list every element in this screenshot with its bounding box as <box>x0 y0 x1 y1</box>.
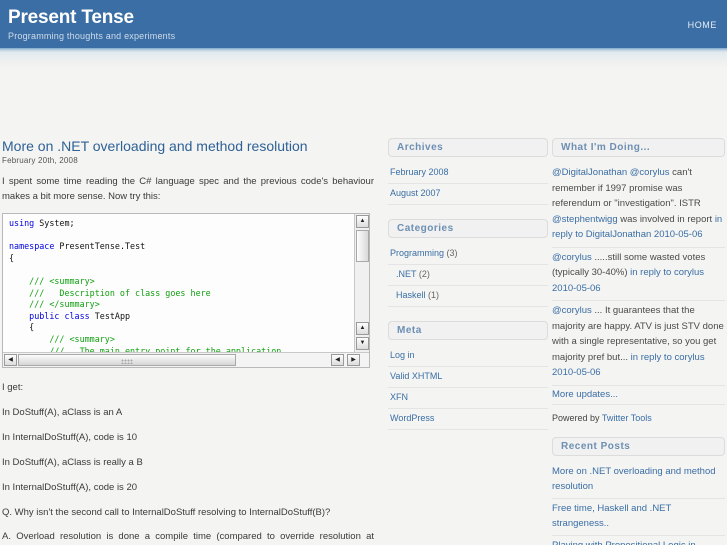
main-navigation: HOME <box>688 20 717 30</box>
category-link-0[interactable]: Programming <box>390 248 444 258</box>
archive-link-0[interactable]: February 2008 <box>390 167 449 177</box>
meta-link-2[interactable]: XFN <box>390 392 408 402</box>
header-gradient-fade <box>0 52 727 68</box>
widget-title-meta: Meta <box>388 321 548 340</box>
scroll-left-arrow-icon-2[interactable]: ◀ <box>331 354 344 366</box>
twitter-link[interactable]: @DigitalJonathan <box>552 167 627 178</box>
code-viewport: using System; namespace PresentTense.Tes… <box>3 214 355 353</box>
scroll-right-arrow-icon[interactable]: ▶ <box>347 354 360 366</box>
twitter-link[interactable]: in reply to corylus 2010-05-06 <box>552 267 704 294</box>
list-item: February 2008 <box>388 163 548 184</box>
twitter-link[interactable]: @corylus <box>552 305 592 316</box>
twitter-update-list: @DigitalJonathan @corylus can't remember… <box>552 163 725 386</box>
widget-categories: Categories Programming (3) .NET (2) Haskel… <box>388 219 548 307</box>
list-item: .NET (2) <box>388 265 548 286</box>
list-item: Log in <box>388 346 548 367</box>
content-area: More on .NET overloading and method reso… <box>0 68 727 545</box>
widget-archives: Archives February 2008 August 2007 <box>388 138 548 205</box>
scroll-up-arrow-icon-2[interactable]: ▲ <box>356 322 369 335</box>
list-item: August 2007 <box>388 184 548 205</box>
twitter-more-updates: More updates... <box>552 386 725 405</box>
category-link-2[interactable]: Haskell <box>396 290 426 300</box>
twitter-more-link[interactable]: More updates... <box>552 389 618 400</box>
scroll-left-arrow-icon[interactable]: ◀ <box>4 354 17 366</box>
main-column: More on .NET overloading and method reso… <box>2 138 380 545</box>
recent-posts-list: More on .NET overloading and method reso… <box>552 462 725 545</box>
post-title: More on .NET overloading and method reso… <box>2 138 380 154</box>
widget-twitter: What I'm Doing... @DigitalJonathan @cory… <box>552 138 725 423</box>
categories-list: Programming (3) .NET (2) Haskell (1) <box>388 244 548 307</box>
category-count: (2) <box>416 269 430 279</box>
twitter-link[interactable]: @corylus <box>552 252 592 263</box>
output-line-list: In DoStuff(A), aClass is an A In Internal… <box>2 405 380 495</box>
vertical-scroll-thumb[interactable] <box>356 230 369 262</box>
recent-post-item: Free time, Haskell and .NET strangeness.… <box>552 499 725 536</box>
sidebar-middle: Archives February 2008 August 2007 Catego… <box>388 138 548 444</box>
widget-title-recent-posts: Recent Posts <box>552 436 725 456</box>
code-content: using System; namespace PresentTense.Tes… <box>9 218 282 353</box>
powered-prefix: Powered by <box>552 412 602 423</box>
list-item: Haskell (1) <box>388 286 548 307</box>
category-count: (3) <box>444 248 458 258</box>
recent-post-item: More on .NET overloading and method reso… <box>552 462 725 499</box>
output-line: In InternalDoStuff(A), code is 20 <box>2 482 138 493</box>
post-intro-paragraph: I spent some time reading the C# languag… <box>2 176 374 202</box>
twitter-tools-link[interactable]: Twitter Tools <box>602 413 652 423</box>
meta-list: Log in Valid XHTML XFN WordPress <box>388 346 548 430</box>
recent-post-link-1[interactable]: Free time, Haskell and .NET strangeness.… <box>552 503 671 530</box>
twitter-update-item: @corylus ... It guarantees that the majo… <box>552 301 725 386</box>
post-question: Q. Why isn't the second call to Internal… <box>2 507 331 518</box>
code-horizontal-scrollbar[interactable]: ◀ ◀ ▶ <box>3 352 369 367</box>
code-vertical-scrollbar[interactable]: ▲ ▲ ▼ <box>354 214 369 353</box>
list-item: Programming (3) <box>388 244 548 265</box>
twitter-update-item: @DigitalJonathan @corylus can't remember… <box>552 163 725 248</box>
nav-item-home[interactable]: HOME <box>688 20 717 30</box>
post-date: February 20th, 2008 <box>2 156 78 165</box>
archive-link-1[interactable]: August 2007 <box>390 188 441 198</box>
recent-post-link-2[interactable]: Playing with Propositional Logic in Hask… <box>552 540 696 545</box>
scroll-down-arrow-icon[interactable]: ▼ <box>356 337 369 350</box>
page-root: Present Tense Programming thoughts and e… <box>0 0 727 545</box>
scroll-up-arrow-icon[interactable]: ▲ <box>356 215 369 228</box>
widget-recent-posts: Recent Posts More on .NET overloading an… <box>552 436 725 545</box>
code-block[interactable]: using System; namespace PresentTense.Tes… <box>2 213 370 368</box>
output-intro: I get: <box>2 382 24 393</box>
category-link-1[interactable]: .NET <box>396 269 416 279</box>
category-count: (1) <box>425 290 440 300</box>
post-answer: A. Overload resolution is done a compile… <box>2 531 374 542</box>
output-line: In DoStuff(A), aClass is really a B <box>2 457 143 468</box>
horizontal-scroll-thumb[interactable] <box>18 354 236 366</box>
scroll-thumb-grip-icon <box>121 359 133 364</box>
meta-link-3[interactable]: WordPress <box>390 413 434 423</box>
widget-title-categories: Categories <box>388 219 548 238</box>
archives-list: February 2008 August 2007 <box>388 163 548 205</box>
site-header: Present Tense Programming thoughts and e… <box>0 0 727 48</box>
widget-meta: Meta Log in Valid XHTML XFN WordPress <box>388 321 548 430</box>
twitter-update-item: @corylus .....still some wasted votes (t… <box>552 248 725 301</box>
output-line: In InternalDoStuff(A), code is 10 <box>2 432 138 443</box>
recent-post-item: Playing with Propositional Logic in Hask… <box>552 536 725 545</box>
widget-title-twitter: What I'm Doing... <box>552 138 725 157</box>
meta-link-1[interactable]: Valid XHTML <box>390 371 442 381</box>
post-title-link[interactable]: More on .NET overloading and method reso… <box>2 138 308 154</box>
recent-post-link-0[interactable]: More on .NET overloading and method reso… <box>552 466 716 493</box>
twitter-link[interactable]: @corylus <box>630 167 670 178</box>
output-line: In DoStuff(A), aClass is an A <box>2 407 123 418</box>
list-item: XFN <box>388 388 548 409</box>
twitter-link[interactable]: in reply to corylus 2010-05-06 <box>552 352 705 379</box>
site-title: Present Tense <box>8 7 134 28</box>
twitter-powered-by: Powered by Twitter Tools <box>552 405 725 423</box>
list-item: Valid XHTML <box>388 367 548 388</box>
sidebar-right: What I'm Doing... @DigitalJonathan @cory… <box>552 138 725 545</box>
widget-title-archives: Archives <box>388 138 548 157</box>
twitter-link[interactable]: @stephentwigg <box>552 214 618 225</box>
list-item: WordPress <box>388 409 548 430</box>
meta-link-0[interactable]: Log in <box>390 350 415 360</box>
site-tagline: Programming thoughts and experiments <box>8 31 176 41</box>
